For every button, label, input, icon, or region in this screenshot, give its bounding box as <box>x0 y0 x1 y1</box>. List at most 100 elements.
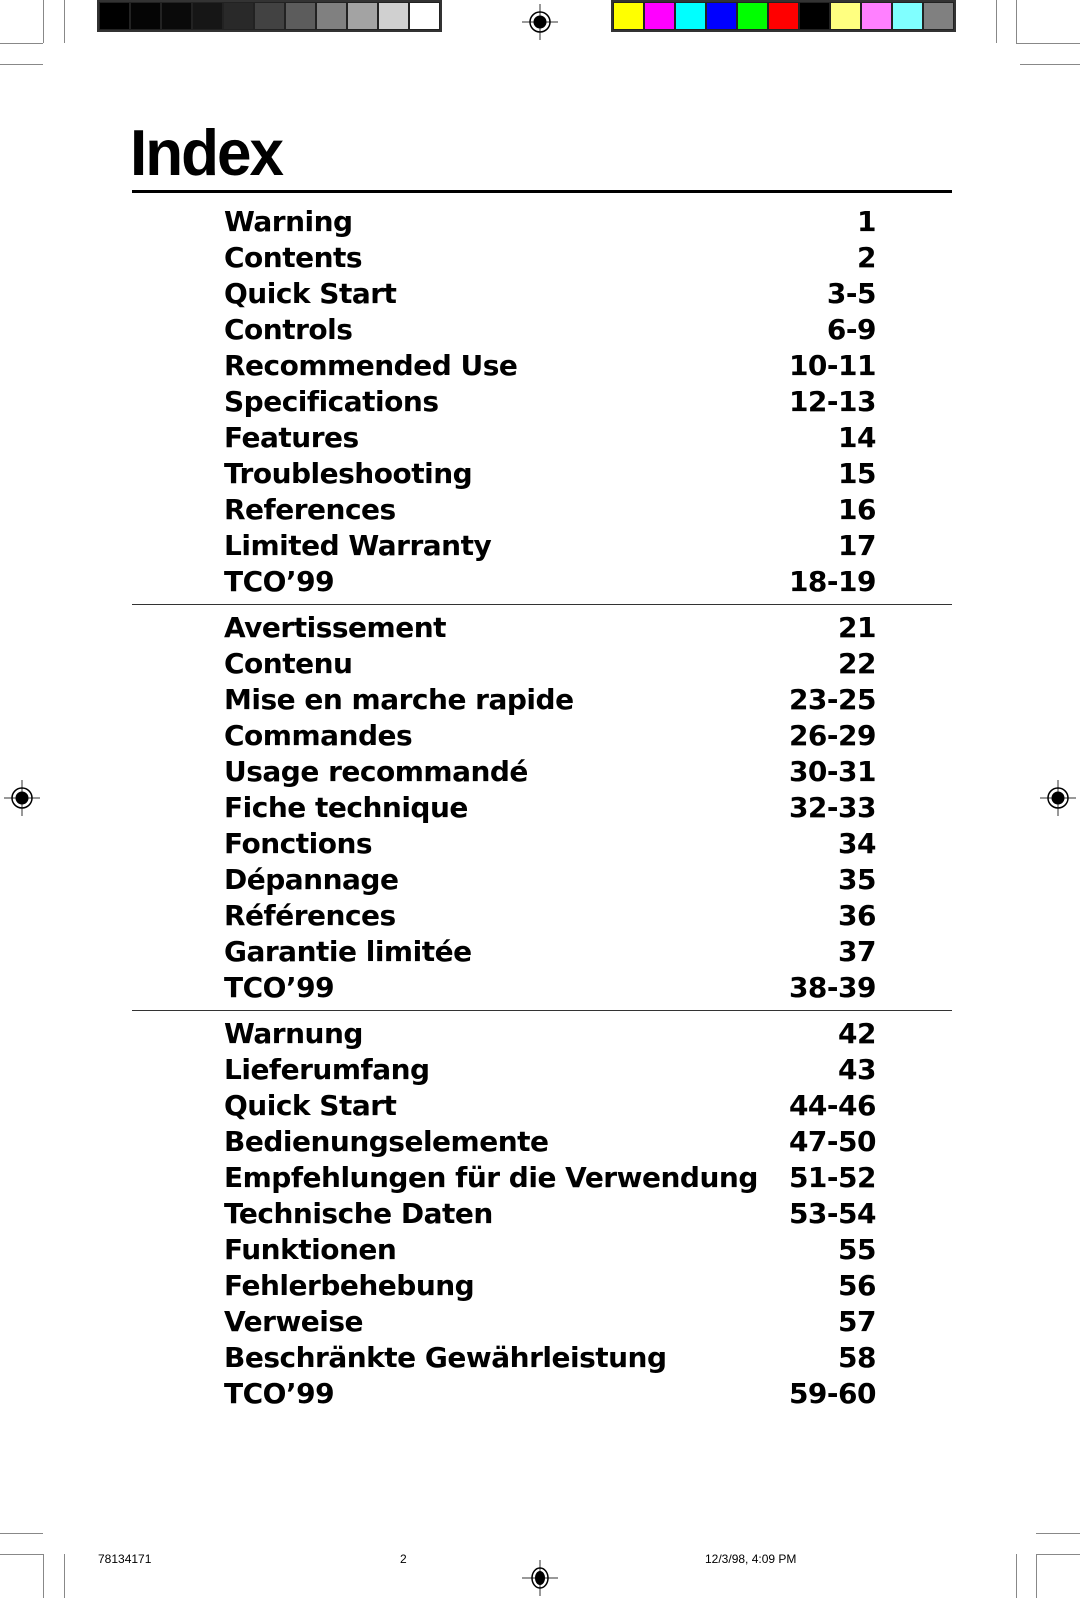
index-entry[interactable]: Contenu 22 <box>224 646 876 682</box>
index-entry-pages: 38-39 <box>788 971 877 1004</box>
index-entry[interactable]: References 16 <box>224 492 876 528</box>
index-entry[interactable]: Garantie limitée 37 <box>224 934 876 970</box>
gray-swatch <box>224 3 253 29</box>
gray-swatch <box>100 3 129 29</box>
index-entry[interactable]: Quick Start 44-46 <box>224 1088 877 1124</box>
index-entry[interactable]: Avertissement 21 <box>224 610 876 646</box>
color-swatch <box>707 3 736 29</box>
page-number: 2 <box>400 1552 407 1566</box>
crop-mark-top-left-h2 <box>0 64 43 65</box>
index-entry[interactable]: Recommended Use 10-11 <box>224 348 877 384</box>
index-entry-label: Bedienungselemente <box>224 1125 549 1158</box>
index-section-english: Warning 1 Contents 2 Quick Start 3-5 Controls 6… <box>224 204 877 600</box>
index-entry-pages: 56 <box>838 1269 876 1302</box>
index-entry[interactable]: Controls 6-9 <box>224 312 877 348</box>
index-entry-pages: 37 <box>838 935 876 968</box>
index-entry-pages: 2 <box>857 241 876 274</box>
index-entry[interactable]: Contents 2 <box>224 240 876 276</box>
index-entry-pages: 15 <box>838 457 876 490</box>
index-entry-label: Usage recommandé <box>224 755 528 788</box>
gray-swatch <box>255 3 284 29</box>
index-entry[interactable]: Fehlerbehebung 56 <box>224 1268 876 1304</box>
crop-mark-top-left-v2 <box>64 0 65 43</box>
index-entry[interactable]: Limited Warranty 17 <box>224 528 876 564</box>
index-entry-pages: 23-25 <box>788 683 877 716</box>
index-entry[interactable]: Lieferumfang 43 <box>224 1052 876 1088</box>
index-entry-pages: 42 <box>838 1017 876 1050</box>
index-entry-pages: 26-29 <box>788 719 877 752</box>
index-entry-pages: 35 <box>838 863 876 896</box>
index-entry-label: Funktionen <box>224 1233 397 1266</box>
index-entry-label: Beschränkte Gewährleistung <box>224 1341 667 1374</box>
index-entry-pages: 16 <box>838 493 876 526</box>
index-entry-pages: 58 <box>838 1341 876 1374</box>
color-swatch <box>769 3 798 29</box>
crop-mark-top-right-v2 <box>996 0 997 43</box>
gray-swatch <box>193 3 222 29</box>
print-timestamp: 12/3/98, 4:09 PM <box>705 1552 797 1566</box>
crop-mark-bottom-left-h2 <box>0 1554 43 1555</box>
index-entry-label: Recommended Use <box>224 349 518 382</box>
index-entry[interactable]: Features 14 <box>224 420 876 456</box>
registration-mark-top-icon <box>522 4 558 40</box>
index-entry[interactable]: Verweise 57 <box>224 1304 876 1340</box>
index-entry[interactable]: Beschränkte Gewährleistung 58 <box>224 1340 876 1376</box>
color-swatch <box>924 3 953 29</box>
title-rule <box>132 190 952 193</box>
color-swatch <box>831 3 860 29</box>
index-entry[interactable]: Commandes 26-29 <box>224 718 877 754</box>
index-entry[interactable]: Usage recommandé 30-31 <box>224 754 877 790</box>
index-entry-label: Commandes <box>224 719 413 752</box>
index-entry[interactable]: Empfehlungen für die Verwendung 51-52 <box>224 1160 877 1196</box>
color-swatch <box>862 3 891 29</box>
color-swatch <box>738 3 767 29</box>
index-entry[interactable]: TCO’99 18-19 <box>224 564 877 600</box>
index-entry-pages: 21 <box>838 611 876 644</box>
color-swatch <box>893 3 922 29</box>
index-entry[interactable]: Technische Daten 53-54 <box>224 1196 877 1232</box>
color-swatch <box>800 3 829 29</box>
index-entry[interactable]: Fonctions 34 <box>224 826 876 862</box>
index-entry-pages: 22 <box>838 647 876 680</box>
gray-swatch <box>162 3 191 29</box>
index-entry[interactable]: Warnung 42 <box>224 1016 876 1052</box>
index-entry[interactable]: Mise en marche rapide 23-25 <box>224 682 877 718</box>
gray-swatch <box>131 3 160 29</box>
index-entry-label: References <box>224 493 396 526</box>
index-entry-pages: 44-46 <box>788 1089 877 1122</box>
index-entry[interactable]: Funktionen 55 <box>224 1232 876 1268</box>
index-entry-label: Avertissement <box>224 611 447 644</box>
index-entry-pages: 59-60 <box>788 1377 877 1410</box>
grayscale-calibration-bar <box>97 0 442 32</box>
gray-swatch <box>348 3 377 29</box>
gray-swatch <box>317 3 346 29</box>
index-entry[interactable]: Bedienungselemente 47-50 <box>224 1124 877 1160</box>
index-entry[interactable]: Warning 1 <box>224 204 876 240</box>
index-entry-label: Fonctions <box>224 827 373 860</box>
index-entry-pages: 32-33 <box>788 791 877 824</box>
index-entry-label: Quick Start <box>224 277 397 310</box>
index-entry-pages: 53-54 <box>788 1197 877 1230</box>
index-entry-label: TCO’99 <box>224 1377 335 1410</box>
index-entry[interactable]: Specifications 12-13 <box>224 384 877 420</box>
index-entry-label: Mise en marche rapide <box>224 683 574 716</box>
index-entry[interactable]: Fiche technique 32-33 <box>224 790 877 826</box>
gray-swatch <box>379 3 408 29</box>
job-number: 78134171 <box>98 1552 152 1566</box>
color-swatch <box>676 3 705 29</box>
index-entry[interactable]: TCO’99 59-60 <box>224 1376 877 1412</box>
index-entry[interactable]: Références 36 <box>224 898 876 934</box>
index-entry-label: Specifications <box>224 385 439 418</box>
index-entry[interactable]: Dépannage 35 <box>224 862 876 898</box>
index-entry[interactable]: Troubleshooting 15 <box>224 456 876 492</box>
registration-mark-left-icon <box>4 780 40 816</box>
index-entry-label: Références <box>224 899 396 932</box>
gray-swatch <box>286 3 315 29</box>
index-entry[interactable]: Quick Start 3-5 <box>224 276 877 312</box>
color-swatch <box>645 3 674 29</box>
index-entry[interactable]: TCO’99 38-39 <box>224 970 877 1006</box>
index-entry-label: Verweise <box>224 1305 364 1338</box>
crop-mark-top-left-h <box>0 43 43 44</box>
crop-mark-bottom-right-h <box>1036 1533 1080 1534</box>
crop-mark-top-right-h <box>1016 43 1080 44</box>
